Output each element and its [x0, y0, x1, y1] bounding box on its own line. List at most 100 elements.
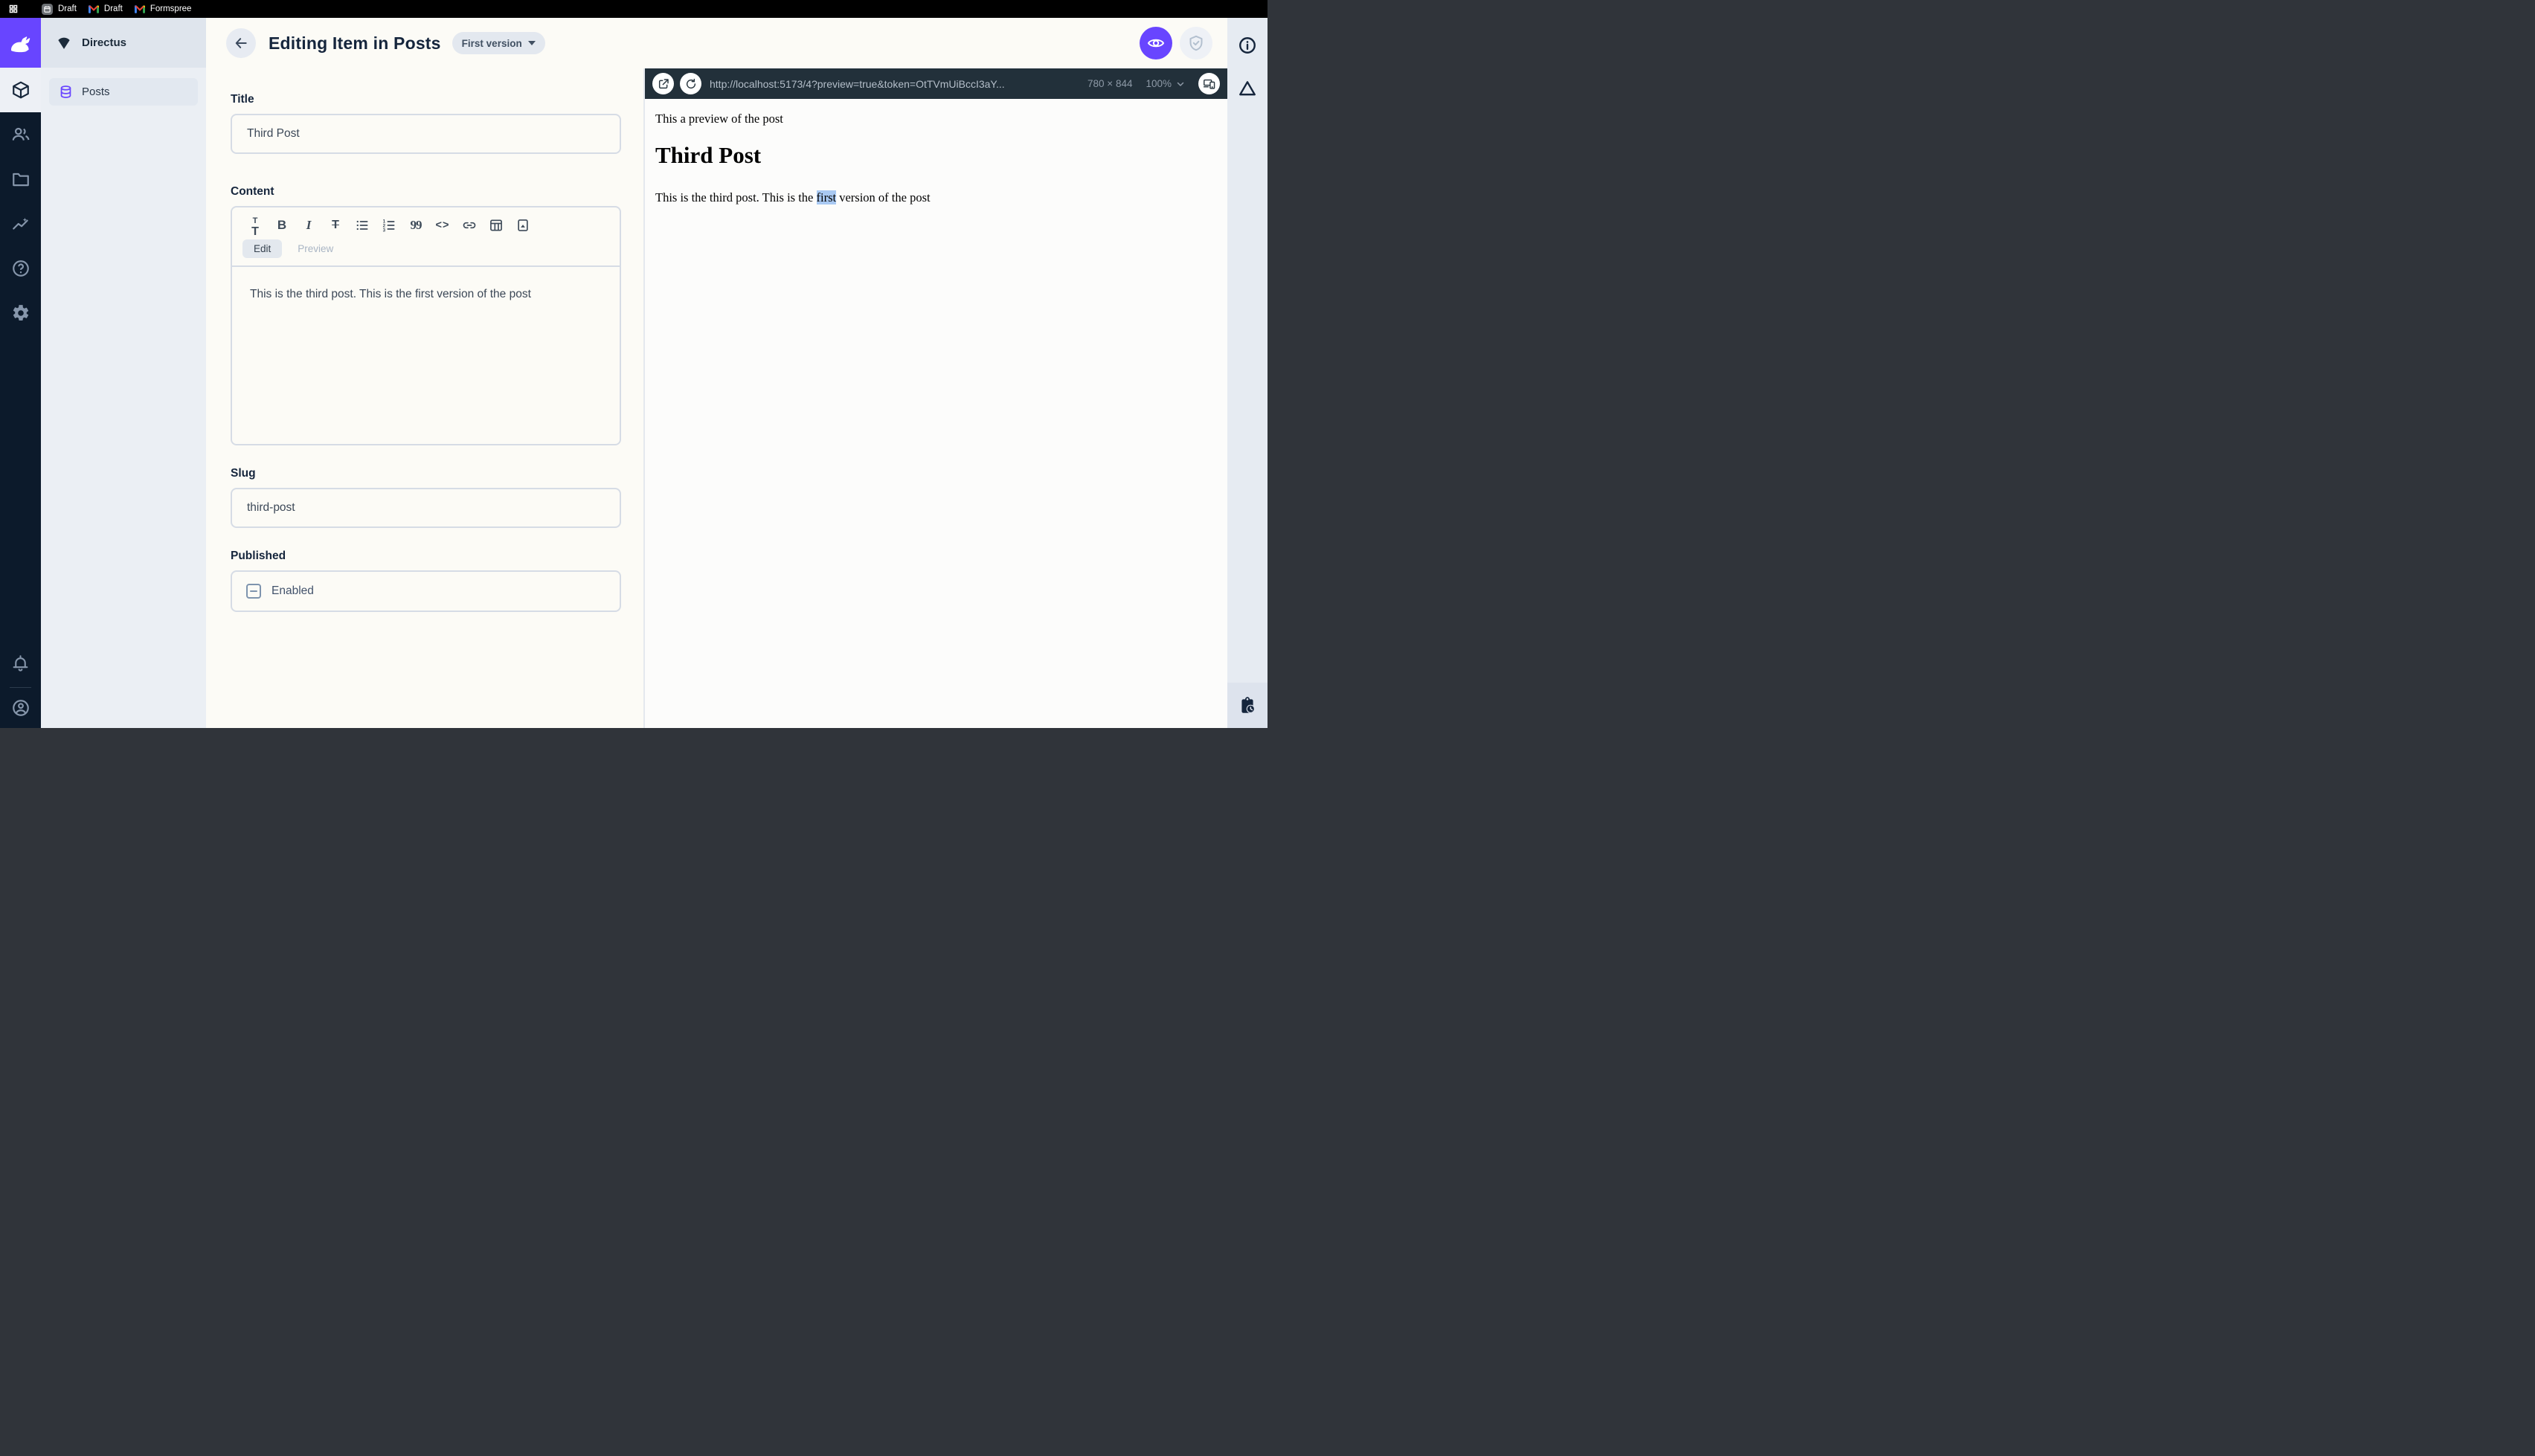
browser-tab-draft-calendar[interactable]: Draft [42, 3, 77, 15]
bell-icon [13, 654, 28, 671]
preview-body-text: This is the third post. This is the firs… [655, 190, 931, 204]
bold-icon[interactable]: B [272, 216, 292, 234]
field-label: Slug [231, 467, 256, 480]
preview-iframe[interactable]: This a preview of the post Third Post Th… [645, 99, 1227, 728]
blockquote-icon[interactable]: 99 [406, 216, 425, 234]
refresh-button[interactable] [680, 73, 701, 94]
preview-url-bar: http://localhost:5173/4?preview=true&tok… [645, 68, 1227, 99]
tab-label: Formspree [150, 4, 192, 13]
strikethrough-icon[interactable]: T [326, 216, 345, 234]
module-content[interactable] [0, 68, 41, 112]
project-header[interactable]: Directus [41, 18, 206, 68]
chevron-down-icon [527, 41, 536, 45]
user-menu-button[interactable] [0, 692, 41, 728]
slug-input[interactable] [231, 488, 621, 528]
directus-rabbit-logo [10, 36, 30, 52]
directus-logo-button[interactable] [0, 18, 41, 68]
page-header: Editing Item in Posts First version [206, 18, 1227, 68]
svg-text:3: 3 [383, 228, 386, 233]
users-icon [12, 127, 29, 141]
browser-tab-draft-gmail[interactable]: Draft [88, 4, 123, 13]
browser-tab-formspree[interactable]: Formspree [134, 4, 192, 13]
project-name: Directus [82, 36, 127, 49]
preview-dimensions: 780 × 844 [1087, 78, 1133, 89]
checkbox-indeterminate-icon[interactable] [246, 584, 261, 599]
insights-icon [12, 217, 28, 230]
field-label: Content [231, 185, 274, 198]
markdown-editor: TT B I T 123 99 <> Edit Preview This is … [231, 206, 621, 445]
notifications-button[interactable] [0, 644, 41, 683]
calendar-icon [42, 3, 53, 15]
revisions-sidebar-button[interactable] [1227, 683, 1268, 728]
devices-icon [1204, 79, 1215, 89]
right-sidebar [1227, 18, 1268, 728]
zoom-value: 100% [1146, 78, 1172, 89]
editor-tabs: Edit Preview [232, 236, 620, 267]
info-icon [1239, 37, 1256, 54]
live-preview-button[interactable] [1140, 27, 1172, 59]
title-input[interactable] [231, 114, 621, 154]
folder-icon [12, 173, 29, 187]
gmail-icon [134, 4, 145, 13]
module-files[interactable] [0, 157, 41, 202]
module-insights[interactable] [0, 202, 41, 246]
arrow-left-icon [235, 38, 247, 48]
field-content: Content TT B I T 123 99 <> Edit Preview … [231, 185, 621, 445]
version-dropdown[interactable]: First version [452, 32, 545, 54]
page-title: Editing Item in Posts [269, 33, 441, 53]
warning-triangle-icon [1239, 81, 1256, 96]
sidebar-item-label: Posts [82, 86, 110, 98]
image-icon[interactable] [513, 216, 533, 234]
help-icon [12, 260, 29, 277]
format-size-icon[interactable]: TT [245, 216, 265, 238]
back-button[interactable] [226, 28, 256, 58]
version-label: First version [461, 37, 522, 49]
tab-preview[interactable]: Preview [286, 239, 344, 258]
editor-toolbar: TT B I T 123 99 <> [232, 207, 620, 238]
fan-wedge-icon [58, 37, 70, 49]
module-users[interactable] [0, 112, 41, 157]
grid-icon[interactable] [9, 4, 18, 13]
database-icon [60, 86, 71, 98]
eye-icon [1147, 39, 1165, 48]
tab-label: Draft [58, 4, 77, 13]
preview-url[interactable]: http://localhost:5173/4?preview=true&tok… [710, 78, 1076, 90]
box-icon [12, 81, 29, 99]
info-sidebar-button[interactable] [1238, 36, 1257, 55]
warning-sidebar-button[interactable] [1238, 79, 1257, 98]
link-icon[interactable] [460, 216, 479, 234]
settings-icon [13, 305, 28, 320]
item-edit-form: Title Content TT B I T [206, 68, 645, 728]
numbered-list-icon[interactable]: 123 [379, 216, 399, 234]
open-external-button[interactable] [652, 73, 674, 94]
navigation-sidebar: Directus Posts [41, 18, 206, 728]
published-toggle-box: Enabled [231, 570, 621, 612]
module-help[interactable] [0, 246, 41, 291]
field-published: Published Enabled [231, 550, 621, 612]
user-circle-icon [12, 700, 29, 716]
gmail-icon [88, 4, 99, 13]
clipboard-clock-icon [1241, 696, 1255, 713]
module-settings[interactable] [0, 291, 41, 335]
sidebar-item-posts[interactable]: Posts [49, 78, 198, 106]
bulleted-list-icon[interactable] [353, 216, 372, 234]
field-title: Title [231, 93, 621, 154]
table-icon[interactable] [486, 216, 506, 234]
tab-edit[interactable]: Edit [242, 239, 283, 258]
code-icon[interactable]: <> [433, 216, 452, 234]
italic-icon[interactable]: I [299, 216, 318, 234]
highlighted-text: first [816, 190, 837, 204]
live-preview-pane: http://localhost:5173/4?preview=true&tok… [645, 68, 1227, 728]
preview-heading: Third Post [655, 142, 762, 168]
zoom-dropdown[interactable]: 100% [1146, 78, 1185, 89]
device-size-button[interactable] [1198, 73, 1220, 94]
chevron-down-icon [1177, 82, 1184, 86]
tab-label: Draft [103, 4, 123, 13]
external-link-icon [658, 78, 669, 88]
browser-top-bar: Draft Draft Formspree [0, 0, 1268, 18]
module-bar [0, 18, 41, 728]
save-button[interactable] [1180, 27, 1212, 59]
field-label: Title [231, 93, 254, 106]
refresh-icon [686, 78, 695, 88]
content-textarea[interactable]: This is the third post. This is the firs… [232, 267, 620, 444]
